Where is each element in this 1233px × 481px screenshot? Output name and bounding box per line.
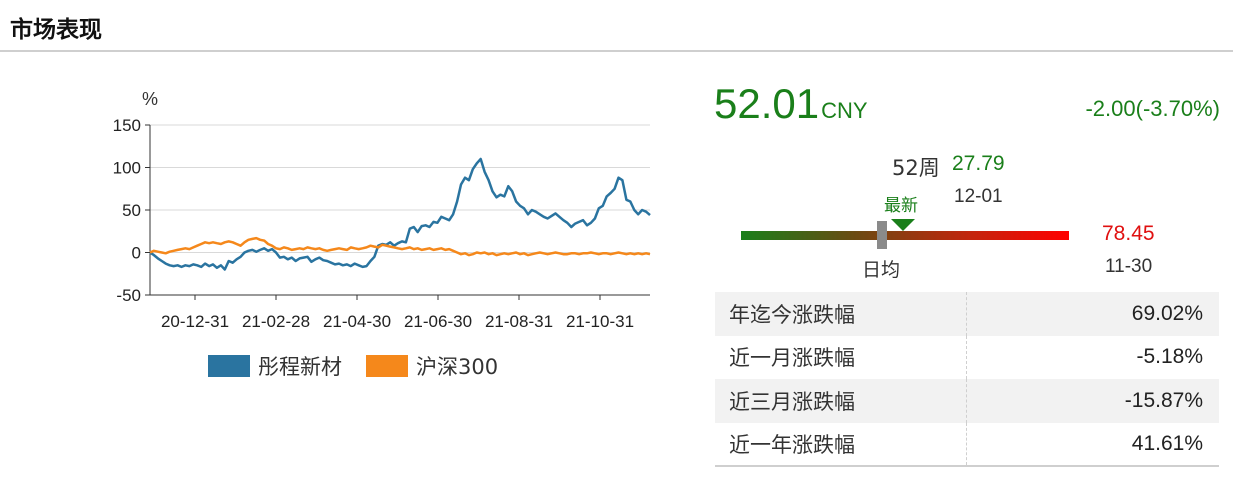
table-row: 近一年涨跌幅 41.61% (715, 422, 1219, 466)
legend-swatch (208, 355, 250, 377)
legend-label: 沪深300 (416, 355, 499, 379)
x-tick-label: 21-10-31 (566, 312, 634, 331)
row-label: 近一月涨跌幅 (715, 335, 967, 379)
price-value: 52.01 (714, 80, 820, 127)
x-tick-label: 21-02-28 (242, 312, 310, 331)
row-value: -5.18% (1136, 345, 1203, 369)
range-bar (741, 231, 1069, 240)
legend-label: 彤程新材 (258, 355, 342, 379)
y-tick-label: -50 (116, 286, 141, 305)
range-low-value: 27.79 (952, 152, 1005, 175)
section-title: 市场表现 (10, 17, 102, 43)
avg-marker (877, 221, 887, 249)
y-tick-label: 100 (113, 159, 141, 178)
y-tick-label: 50 (122, 201, 141, 220)
row-value: 41.61% (1131, 431, 1203, 455)
x-tick-label: 21-06-30 (404, 312, 472, 331)
x-tick-label: 21-08-31 (485, 312, 553, 331)
row-label: 年迄今涨跌幅 (715, 292, 967, 336)
legend-swatch (366, 355, 408, 377)
range-high-value: 78.45 (1102, 222, 1155, 245)
x-tick-label: 21-04-30 (323, 312, 391, 331)
y-tick-label: 150 (113, 116, 141, 135)
latest-label: 最新 (884, 196, 918, 216)
row-label: 近三月涨跌幅 (715, 379, 967, 423)
range-period-label: 52周 (892, 156, 940, 180)
table-row: 近三月涨跌幅 -15.87% (715, 379, 1219, 423)
range-high-date: 11-30 (1105, 256, 1153, 277)
performance-table: 年迄今涨跌幅 69.02% 近一月涨跌幅 -5.18% 近三月涨跌幅 -15.8… (715, 292, 1219, 467)
price-change: -2.00(-3.70%) (1085, 96, 1220, 121)
table-row: 近一月涨跌幅 -5.18% (715, 335, 1219, 379)
section-header: 市场表现 (0, 0, 1233, 52)
price-currency: CNY (821, 98, 868, 123)
price-display: 52.01CNY (714, 80, 868, 128)
y-axis-unit: % (142, 89, 158, 109)
latest-marker-icon (891, 219, 915, 231)
range-low-date: 12-01 (954, 186, 1003, 207)
legend-item-series-1[interactable]: 彤程新材 (208, 351, 342, 381)
x-tick-label: 20-12-31 (161, 312, 229, 331)
avg-label: 日均 (862, 259, 901, 281)
y-tick-label: 0 (132, 244, 141, 263)
row-value: 69.02% (1131, 301, 1203, 325)
row-value: -15.87% (1124, 388, 1203, 412)
chart-legend: 彤程新材 沪深300 (208, 352, 522, 380)
legend-item-series-2[interactable]: 沪深300 (366, 351, 498, 381)
table-row: 年迄今涨跌幅 69.02% (715, 292, 1219, 336)
row-label: 近一年涨跌幅 (715, 422, 967, 466)
